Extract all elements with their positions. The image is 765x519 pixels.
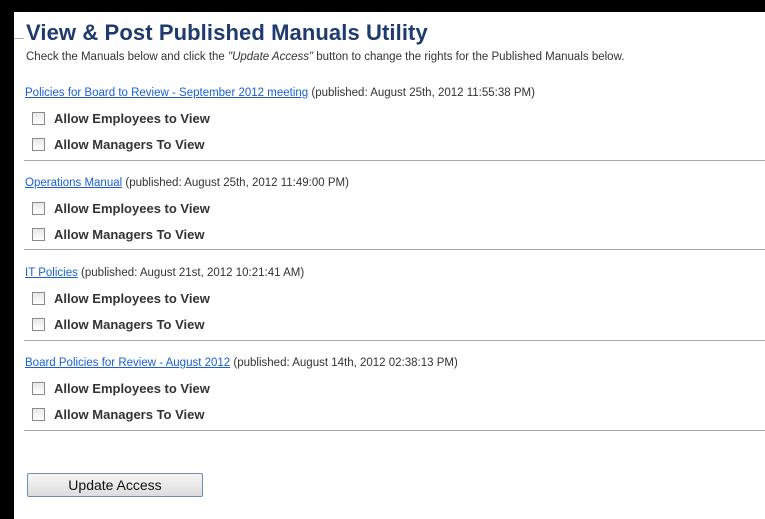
manual-link[interactable]: Board Policies for Review - August 2012 — [25, 357, 230, 369]
managers-view-option[interactable]: Allow Managers To View — [32, 316, 205, 332]
manual-link[interactable]: Policies for Board to Review - September… — [25, 87, 308, 99]
employees-view-checkbox[interactable] — [32, 201, 45, 215]
page-title: View & Post Published Manuals Utility — [26, 20, 428, 45]
manual-link[interactable]: Operations Manual — [25, 177, 122, 189]
employees-view-label: Allow Employees to View — [54, 200, 210, 216]
managers-view-label: Allow Managers To View — [54, 316, 205, 332]
employees-view-label: Allow Employees to View — [54, 110, 210, 126]
managers-view-checkbox[interactable] — [32, 137, 45, 151]
published-date: (published: August 25th, 2012 11:55:38 P… — [311, 87, 535, 99]
instructions-text: Check the Manuals below and click the "U… — [26, 51, 624, 63]
employees-view-checkbox[interactable] — [32, 291, 45, 305]
instructions-before: Check the Manuals below and click the — [26, 51, 228, 63]
update-access-button[interactable]: Update Access — [27, 473, 203, 497]
section-divider — [24, 430, 765, 431]
section-divider — [24, 249, 765, 250]
manual-header: Operations Manual (published: August 25t… — [25, 177, 349, 189]
employees-view-checkbox[interactable] — [32, 381, 45, 395]
manual-link[interactable]: IT Policies — [25, 267, 78, 279]
managers-view-label: Allow Managers To View — [54, 406, 205, 422]
employees-view-option[interactable]: Allow Employees to View — [32, 290, 210, 306]
employees-view-label: Allow Employees to View — [54, 290, 210, 306]
managers-view-option[interactable]: Allow Managers To View — [32, 406, 205, 422]
manual-header: IT Policies (published: August 21st, 201… — [25, 267, 304, 279]
published-date: (published: August 14th, 2012 02:38:13 P… — [233, 357, 458, 369]
employees-view-label: Allow Employees to View — [54, 380, 210, 396]
managers-view-label: Allow Managers To View — [54, 226, 205, 242]
employees-view-checkbox[interactable] — [32, 111, 45, 125]
employees-view-option[interactable]: Allow Employees to View — [32, 380, 210, 396]
managers-view-option[interactable]: Allow Managers To View — [32, 226, 205, 242]
section-divider — [24, 340, 765, 341]
section-divider — [24, 160, 765, 161]
header-rule — [14, 38, 24, 39]
managers-view-label: Allow Managers To View — [54, 136, 205, 152]
manuals-utility-panel: View & Post Published Manuals Utility Ch… — [14, 12, 765, 519]
instructions-after: button to change the rights for the Publ… — [313, 51, 625, 63]
managers-view-checkbox[interactable] — [32, 317, 45, 331]
published-date: (published: August 21st, 2012 10:21:41 A… — [81, 267, 305, 279]
published-date: (published: August 25th, 2012 11:49:00 P… — [125, 177, 349, 189]
employees-view-option[interactable]: Allow Employees to View — [32, 110, 210, 126]
managers-view-checkbox[interactable] — [32, 407, 45, 421]
managers-view-checkbox[interactable] — [32, 227, 45, 241]
manual-header: Policies for Board to Review - September… — [25, 87, 535, 99]
employees-view-option[interactable]: Allow Employees to View — [32, 200, 210, 216]
manual-header: Board Policies for Review - August 2012 … — [25, 357, 458, 369]
managers-view-option[interactable]: Allow Managers To View — [32, 136, 205, 152]
instructions-emphasis: "Update Access" — [228, 51, 314, 63]
